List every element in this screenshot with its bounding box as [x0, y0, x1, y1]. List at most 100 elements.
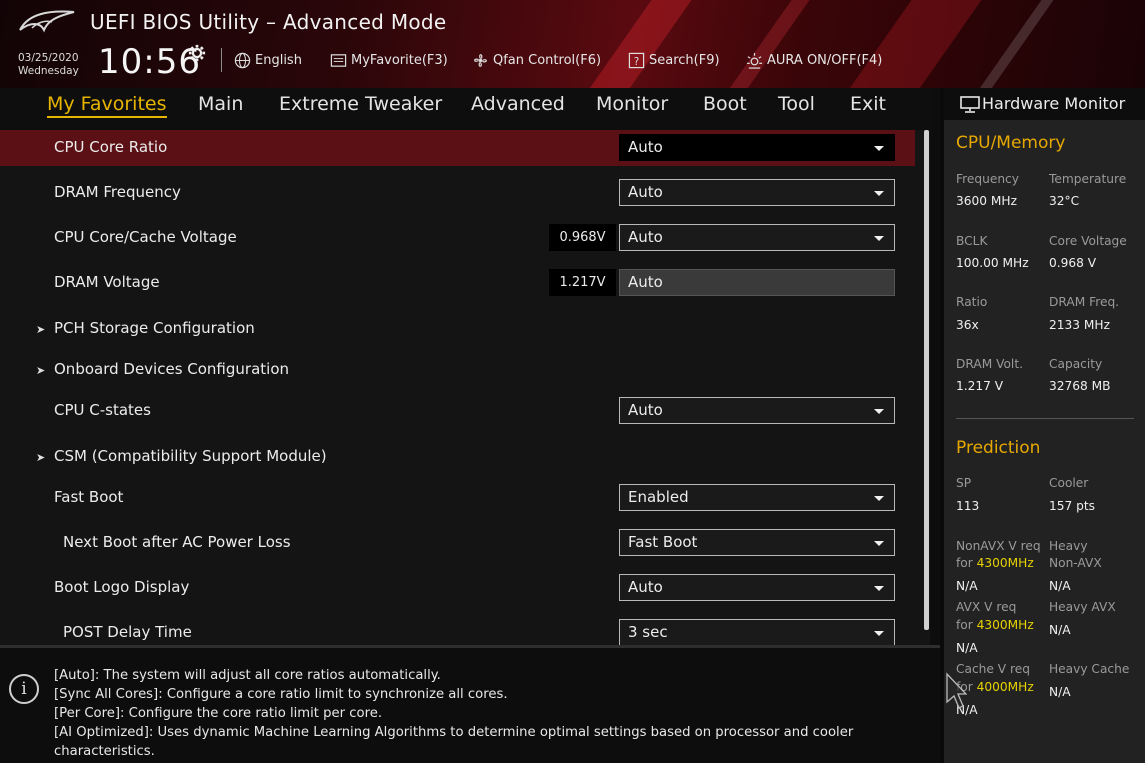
- core-voltage-value: 0.968 V: [1049, 256, 1097, 270]
- cpu-core-cache-voltage-dropdown[interactable]: Auto: [619, 224, 895, 251]
- submenu-csm[interactable]: ➤ CSM (Compatibility Support Module): [0, 439, 915, 475]
- qfan-control-button[interactable]: Qfan Control(F6): [472, 49, 601, 71]
- aura-icon: [746, 52, 763, 69]
- dram-freq-value: 2133 MHz: [1049, 318, 1110, 332]
- search-icon: ?: [628, 52, 645, 68]
- cache-for-line: for 4000MHz: [956, 680, 1034, 694]
- dram-freq-label: DRAM Freq.: [1049, 295, 1120, 309]
- avx-value: N/A: [956, 641, 978, 655]
- heavy-nonavx-label-2: Non-AVX: [1049, 556, 1102, 570]
- fast-boot-dropdown[interactable]: Enabled: [619, 484, 895, 511]
- heavy-cache-label: Heavy Cache: [1049, 662, 1130, 676]
- search-button[interactable]: ? Search(F9): [628, 49, 720, 71]
- cpu-memory-heading: CPU/Memory: [956, 133, 1066, 153]
- setting-label: DRAM Frequency: [54, 183, 181, 201]
- submenu-label: CSM (Compatibility Support Module): [54, 447, 327, 465]
- cpu-core-ratio-dropdown[interactable]: Auto: [619, 134, 895, 161]
- clock: 10:56: [98, 42, 201, 82]
- next-boot-dropdown[interactable]: Fast Boot: [619, 529, 895, 556]
- bclk-value: 100.00 MHz: [956, 256, 1029, 270]
- date-text: 03/25/2020: [18, 52, 79, 64]
- post-delay-time-dropdown[interactable]: 3 sec: [619, 619, 895, 645]
- hardware-monitor-header: Hardware Monitor: [944, 88, 1145, 120]
- dropdown-caret-icon: [874, 586, 884, 591]
- dropdown-value: Auto: [628, 578, 663, 596]
- nonavx-value: N/A: [956, 579, 978, 593]
- setting-label: CPU C-states: [54, 401, 151, 419]
- settings-list: CPU Core Ratio Auto DRAM Frequency Auto …: [0, 130, 930, 645]
- dropdown-caret-icon: [874, 146, 884, 151]
- setting-label: CPU Core/Cache Voltage: [54, 228, 237, 246]
- boot-logo-display-dropdown[interactable]: Auto: [619, 574, 895, 601]
- capacity-value: 32768 MB: [1049, 379, 1111, 393]
- setting-row-cpu-core-cache-voltage[interactable]: CPU Core/Cache Voltage 0.968V Auto: [0, 220, 915, 256]
- input-value: Auto: [628, 273, 663, 291]
- avx-for-line: for 4300MHz: [956, 618, 1034, 632]
- submenu-label: Onboard Devices Configuration: [54, 360, 290, 378]
- day-text: Wednesday: [18, 65, 79, 77]
- dram-voltage-input[interactable]: Auto: [619, 269, 895, 296]
- dram-volt-label: DRAM Volt.: [956, 357, 1023, 371]
- header-decoration: [581, 0, 699, 88]
- submenu-onboard-devices-configuration[interactable]: ➤ Onboard Devices Configuration: [0, 352, 915, 388]
- setting-row-boot-logo-display[interactable]: Boot Logo Display Auto: [0, 570, 915, 606]
- frequency-label: Frequency: [956, 172, 1019, 186]
- setting-label: POST Delay Time: [63, 623, 192, 641]
- setting-row-post-delay-time[interactable]: POST Delay Time 3 sec: [0, 615, 915, 645]
- tab-monitor[interactable]: Monitor: [596, 93, 668, 115]
- myfavorite-label: MyFavorite(F3): [351, 52, 448, 68]
- gear-icon[interactable]: [188, 44, 206, 62]
- language-button[interactable]: English: [234, 49, 302, 71]
- setting-row-dram-frequency[interactable]: DRAM Frequency Auto: [0, 175, 915, 211]
- setting-row-next-boot-after-ac-power-loss[interactable]: Next Boot after AC Power Loss Fast Boot: [0, 525, 915, 561]
- tab-extreme-tweaker[interactable]: Extreme Tweaker: [279, 93, 442, 115]
- dropdown-value: Auto: [628, 401, 663, 419]
- tab-my-favorites[interactable]: My Favorites: [47, 93, 167, 118]
- info-icon: i: [9, 674, 39, 704]
- aura-toggle-button[interactable]: AURA ON/OFF(F4): [746, 49, 882, 71]
- cpu-c-states-dropdown[interactable]: Auto: [619, 397, 895, 424]
- setting-row-cpu-c-states[interactable]: CPU C-states Auto: [0, 393, 915, 429]
- dropdown-caret-icon: [874, 409, 884, 414]
- setting-row-fast-boot[interactable]: Fast Boot Enabled: [0, 480, 915, 516]
- temperature-label: Temperature: [1049, 172, 1127, 186]
- dropdown-value: Fast Boot: [628, 533, 698, 551]
- header-decoration: [721, 0, 817, 88]
- cache-label: Cache V req: [956, 662, 1030, 676]
- dropdown-caret-icon: [874, 631, 884, 636]
- setting-row-cpu-core-ratio[interactable]: CPU Core Ratio Auto: [0, 130, 915, 166]
- submenu-label: PCH Storage Configuration: [54, 319, 255, 337]
- dropdown-value: Auto: [628, 228, 663, 246]
- hardware-monitor-panel: Hardware Monitor CPU/Memory Frequency 36…: [940, 88, 1145, 763]
- setting-row-dram-voltage[interactable]: DRAM Voltage 1.217V Auto: [0, 265, 915, 301]
- prediction-heading: Prediction: [956, 438, 1041, 458]
- header-decoration: [971, 0, 1061, 88]
- submenu-pch-storage-configuration[interactable]: ➤ PCH Storage Configuration: [0, 311, 915, 347]
- voltage-readout: 1.217V: [549, 269, 616, 296]
- tab-tool[interactable]: Tool: [778, 93, 815, 115]
- dropdown-caret-icon: [874, 191, 884, 196]
- settings-scrollbar[interactable]: [924, 130, 929, 630]
- dropdown-caret-icon: [874, 236, 884, 241]
- nonavx-for: for: [956, 556, 973, 570]
- monitor-icon: [960, 96, 980, 113]
- tab-main[interactable]: Main: [198, 93, 243, 115]
- bclk-label: BCLK: [956, 234, 988, 248]
- dropdown-value: Enabled: [628, 488, 689, 506]
- sp-value: 113: [956, 499, 980, 513]
- aura-label: AURA ON/OFF(F4): [767, 52, 883, 68]
- myfavorite-button[interactable]: MyFavorite(F3): [330, 49, 448, 71]
- mouse-pointer-icon: [946, 672, 967, 709]
- heavy-nonavx-value: N/A: [1049, 579, 1071, 593]
- tab-boot[interactable]: Boot: [703, 93, 747, 115]
- sp-label: SP: [956, 476, 972, 490]
- heavy-avx-value: N/A: [1049, 623, 1071, 637]
- tab-exit[interactable]: Exit: [850, 93, 886, 115]
- setting-label: Boot Logo Display: [54, 578, 190, 596]
- submenu-arrow-icon: ➤: [36, 323, 46, 336]
- dram-frequency-dropdown[interactable]: Auto: [619, 179, 895, 206]
- dram-volt-value: 1.217 V: [956, 379, 1004, 393]
- avx-label: AVX V req: [956, 600, 1017, 614]
- heavy-cache-value: N/A: [1049, 685, 1071, 699]
- tab-advanced[interactable]: Advanced: [471, 93, 565, 115]
